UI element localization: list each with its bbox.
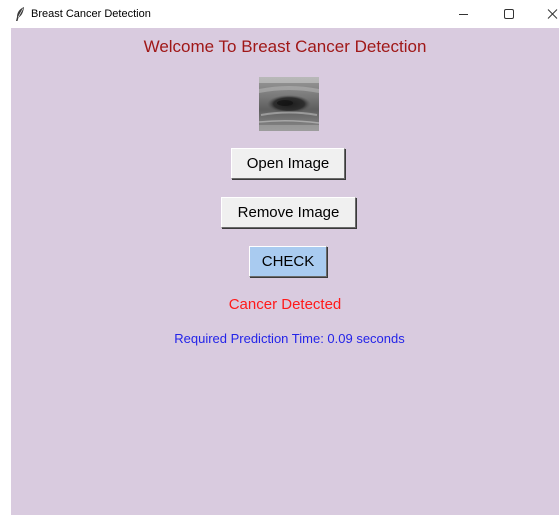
remove-image-button[interactable]: Remove Image [221, 197, 356, 228]
main-panel: Welcome To Breast Cancer Detection Open … [11, 28, 559, 515]
ultrasound-image [258, 77, 320, 131]
prediction-time-label: Required Prediction Time: 0.09 seconds [174, 331, 405, 346]
feather-icon [15, 7, 25, 21]
close-button[interactable] [525, 3, 559, 25]
minimize-button[interactable] [446, 3, 480, 25]
check-button[interactable]: CHECK [249, 246, 327, 277]
app-window: Breast Cancer Detection Welcome To Breas… [0, 0, 559, 515]
result-label: Cancer Detected [228, 296, 342, 313]
welcome-heading: Welcome To Breast Cancer Detection [143, 37, 427, 56]
maximize-button[interactable] [492, 3, 526, 25]
title-bar[interactable]: Breast Cancer Detection [0, 0, 559, 28]
close-icon [547, 9, 558, 19]
minimize-icon [459, 14, 468, 15]
maximize-icon [504, 9, 514, 19]
window-title: Breast Cancer Detection [31, 8, 151, 20]
open-image-button[interactable]: Open Image [231, 148, 345, 179]
